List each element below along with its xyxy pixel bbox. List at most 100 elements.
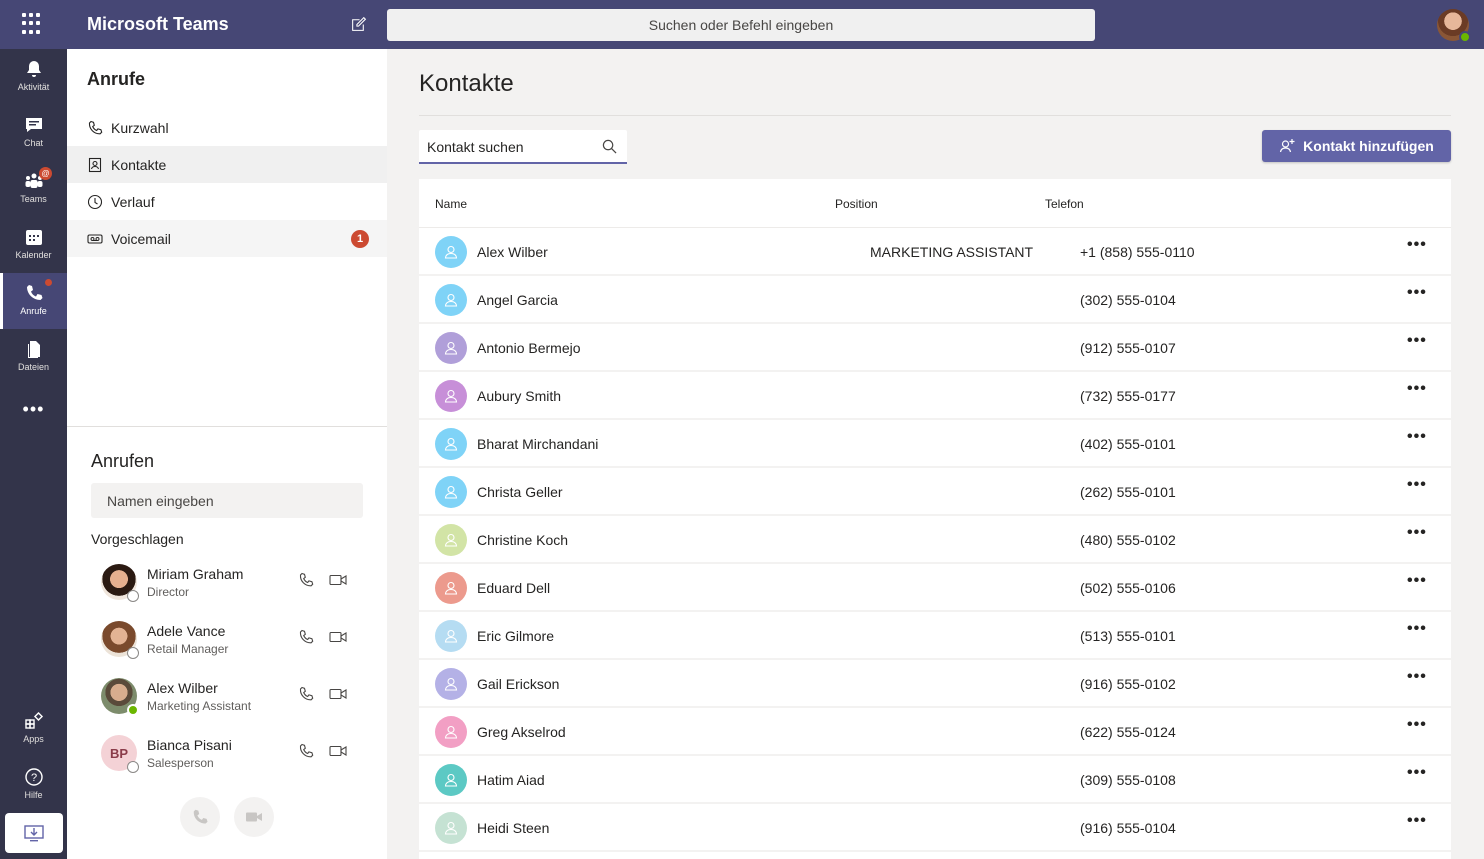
table-row[interactable]: Bharat Mirchandani (402) 555-0101 ••• [419, 420, 1451, 468]
more-options-icon[interactable]: ••• [1407, 332, 1427, 350]
video-icon[interactable] [329, 686, 347, 702]
calls-panel-title: Anrufe [87, 69, 145, 89]
rail-item-teams[interactable]: @ Teams [0, 161, 67, 217]
notification-dot [45, 279, 52, 286]
contact-phone[interactable]: (302) 555-0104 [1080, 292, 1176, 308]
rail-item-activity[interactable]: Aktivität [0, 49, 67, 105]
contact-search[interactable] [419, 130, 627, 164]
more-apps-icon[interactable]: ••• [0, 399, 67, 420]
dial-name-input[interactable] [91, 483, 363, 518]
table-row[interactable]: Heidi Steen (916) 555-0104 ••• [419, 804, 1451, 852]
contact-phone[interactable]: (732) 555-0177 [1080, 388, 1176, 404]
video-icon[interactable] [329, 629, 347, 645]
contact-phone[interactable]: (513) 555-0101 [1080, 628, 1176, 644]
avatar [435, 812, 467, 844]
contact-name: Greg Akselrod [477, 724, 566, 740]
contact-phone[interactable]: (480) 555-0102 [1080, 532, 1176, 548]
user-avatar[interactable] [1437, 9, 1471, 43]
column-header-phone[interactable]: Telefon [1045, 197, 1084, 211]
nav-item-contacts[interactable]: Kontakte [67, 146, 387, 183]
video-icon[interactable] [329, 743, 347, 759]
more-options-icon[interactable]: ••• [1407, 428, 1427, 446]
suggested-role: Marketing Assistant [147, 699, 252, 713]
nav-item-speed-dial[interactable]: Kurzwahl [67, 109, 387, 146]
audio-call-button[interactable] [180, 797, 220, 837]
contact-search-input[interactable] [427, 136, 597, 158]
app-launcher-icon[interactable] [22, 13, 44, 35]
table-row[interactable]: Christine Koch (480) 555-0102 ••• [419, 516, 1451, 564]
contact-phone[interactable]: (916) 555-0104 [1080, 820, 1176, 836]
rail-item-files[interactable]: Dateien [0, 329, 67, 385]
panel-divider [67, 426, 387, 427]
video-call-button[interactable] [234, 797, 274, 837]
table-row[interactable]: Greg Akselrod (622) 555-0124 ••• [419, 708, 1451, 756]
download-app-button[interactable] [5, 813, 63, 853]
compose-icon[interactable] [350, 16, 367, 33]
rail-item-help[interactable]: ? Hilfe [0, 757, 67, 813]
rail-item-apps[interactable]: Apps [0, 701, 67, 757]
video-icon[interactable] [329, 572, 347, 588]
chat-icon [25, 118, 42, 132]
rail-label: Dateien [17, 362, 50, 372]
table-row[interactable]: Antonio Bermejo (912) 555-0107 ••• [419, 324, 1451, 372]
contact-phone[interactable]: (262) 555-0101 [1080, 484, 1176, 500]
avatar [435, 332, 467, 364]
avatar [435, 620, 467, 652]
contact-name: Antonio Bermejo [477, 340, 581, 356]
phone-icon[interactable] [298, 743, 314, 759]
phone-icon[interactable] [298, 686, 314, 702]
column-header-position[interactable]: Position [835, 197, 878, 211]
rail-item-chat[interactable]: Chat [0, 105, 67, 161]
suggested-contact[interactable]: Alex Wilber Marketing Assistant [91, 674, 363, 724]
table-row[interactable]: Hatim Aiad (309) 555-0108 ••• [419, 756, 1451, 804]
more-options-icon[interactable]: ••• [1407, 716, 1427, 734]
contact-phone[interactable]: (402) 555-0101 [1080, 436, 1176, 452]
table-row[interactable]: Angel Garcia (302) 555-0104 ••• [419, 276, 1451, 324]
contact-phone[interactable]: (916) 555-0102 [1080, 676, 1176, 692]
table-row[interactable]: Aubury Smith (732) 555-0177 ••• [419, 372, 1451, 420]
contact-phone[interactable]: +1 (858) 555-0110 [1080, 244, 1195, 260]
more-options-icon[interactable]: ••• [1407, 812, 1427, 830]
phone-icon[interactable] [298, 629, 314, 645]
more-options-icon[interactable]: ••• [1407, 668, 1427, 686]
calendar-icon [25, 230, 42, 245]
table-row[interactable]: Alex Wilber MARKETING ASSISTANT +1 (858) 5… [419, 228, 1451, 276]
nav-item-history[interactable]: Verlauf [67, 183, 387, 220]
available-status-icon [1459, 31, 1471, 43]
search-icon[interactable] [602, 139, 617, 154]
more-options-icon[interactable]: ••• [1407, 476, 1427, 494]
suggested-contact[interactable]: Miriam Graham Director [91, 560, 363, 610]
table-row[interactable]: Eric Gilmore (513) 555-0101 ••• [419, 612, 1451, 660]
suggested-contact[interactable]: Adele Vance Retail Manager [91, 617, 363, 667]
calls-panel: Anrufe Kurzwahl Kontakte Verlauf Voicema… [67, 49, 387, 859]
app-title: Microsoft Teams [87, 14, 229, 34]
contact-phone[interactable]: (309) 555-0108 [1080, 772, 1176, 788]
more-options-icon[interactable]: ••• [1407, 524, 1427, 542]
global-search-input[interactable]: Suchen oder Befehl eingeben [387, 9, 1095, 41]
suggested-contact[interactable]: BP Bianca Pisani Salesperson [91, 731, 363, 781]
more-options-icon[interactable]: ••• [1407, 572, 1427, 590]
nav-item-voicemail[interactable]: Voicemail 1 [67, 220, 387, 257]
avatar [101, 678, 139, 716]
rail-label: Kalender [15, 250, 52, 260]
more-options-icon[interactable]: ••• [1407, 764, 1427, 782]
contact-phone[interactable]: (502) 555-0106 [1080, 580, 1176, 596]
table-row[interactable]: Gail Erickson (916) 555-0102 ••• [419, 660, 1451, 708]
rail-item-calls[interactable]: Anrufe [0, 273, 67, 329]
contact-phone[interactable]: (912) 555-0107 [1080, 340, 1176, 356]
suggested-role: Salesperson [147, 756, 214, 770]
table-row[interactable]: Eduard Dell (502) 555-0106 ••• [419, 564, 1451, 612]
contact-phone[interactable]: (622) 555-0124 [1080, 724, 1176, 740]
more-options-icon[interactable]: ••• [1407, 284, 1427, 302]
table-row[interactable]: Christa Geller (262) 555-0101 ••• [419, 468, 1451, 516]
contact-name: Gail Erickson [477, 676, 560, 692]
more-options-icon[interactable]: ••• [1407, 380, 1427, 398]
rail-item-calendar[interactable]: Kalender [0, 217, 67, 273]
more-options-icon[interactable]: ••• [1407, 236, 1427, 254]
dial-title: Anrufen [91, 451, 155, 471]
suggested-role: Retail Manager [147, 642, 229, 656]
column-header-name[interactable]: Name [435, 197, 467, 211]
add-contact-button[interactable]: Kontakt hinzufügen [1262, 130, 1451, 162]
phone-icon[interactable] [298, 572, 314, 588]
more-options-icon[interactable]: ••• [1407, 620, 1427, 638]
